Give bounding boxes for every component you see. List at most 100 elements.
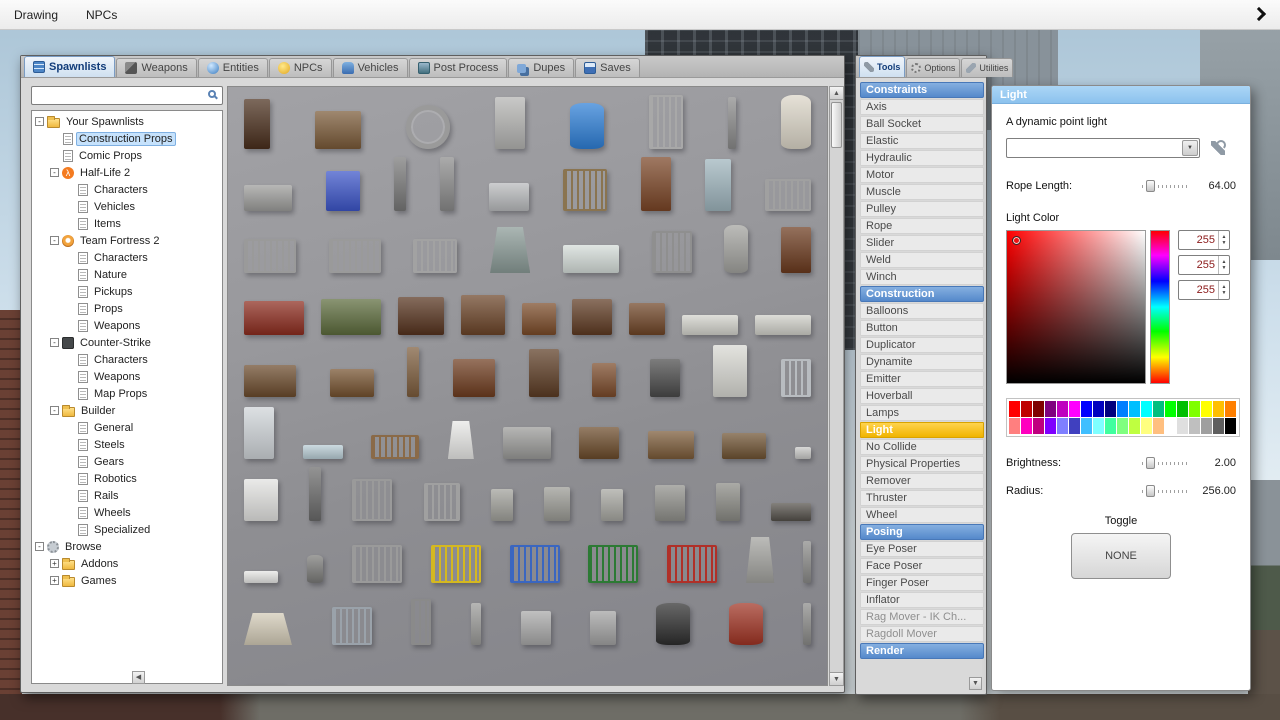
prop-coffee-table[interactable] [329,369,374,397]
tool-muscle[interactable]: Muscle [860,184,984,200]
palette-swatch[interactable] [1225,401,1236,417]
palette-swatch[interactable] [1069,401,1080,417]
dropdown-arrow-icon[interactable]: ▼ [1182,140,1198,156]
tree-item-addons[interactable]: + Addons [32,555,222,572]
tree-item-vehicles[interactable]: Vehicles [32,198,222,215]
tool-no-collide[interactable]: No Collide [860,439,984,455]
search-input[interactable] [32,87,222,104]
prop-cage-green[interactable] [588,545,639,583]
palette-swatch[interactable] [1201,401,1212,417]
prop-stool-2[interactable] [592,363,617,397]
tree-expander-icon[interactable]: - [35,542,44,551]
prop-fence-b[interactable] [328,239,381,273]
tab-npcs[interactable]: NPCs [268,58,332,77]
palette-swatch[interactable] [1213,401,1224,417]
palette-swatch[interactable] [1201,418,1212,434]
palette-swatch[interactable] [1045,401,1056,417]
prop-bathtub[interactable] [562,245,619,273]
slider-handle[interactable] [1146,180,1155,192]
tool-slider[interactable]: Slider [860,235,984,251]
prop-hydrant[interactable] [306,555,323,583]
prop-rod[interactable] [803,541,811,583]
palette-swatch[interactable] [1081,401,1092,417]
prop-wood-chair[interactable] [780,227,811,273]
prop-blue-barrel[interactable] [570,103,604,149]
tool-winch[interactable]: Winch [860,269,984,285]
prop-wood-table[interactable] [647,431,694,459]
tool-eye-poser[interactable]: Eye Poser [860,541,984,557]
prop-desk[interactable] [452,359,495,397]
palette-swatch[interactable] [1153,418,1164,434]
palette-swatch[interactable] [1021,418,1032,434]
tree-expander-icon[interactable]: + [50,576,59,585]
palette-swatch[interactable] [1033,401,1044,417]
tree-expander-icon[interactable]: - [50,406,59,415]
palette-swatch[interactable] [1117,401,1128,417]
prop-plastic-chair[interactable] [326,171,361,211]
prop-street-lamp[interactable] [309,467,322,521]
menu-npcs[interactable]: NPCs [72,0,131,30]
radius-slider[interactable] [1142,485,1188,497]
prop-scaffold[interactable] [411,599,432,645]
tree-item-your-spawnlists[interactable]: - Your Spawnlists [32,113,222,130]
prop-round-table[interactable] [579,427,620,459]
prop-pallet[interactable] [770,503,811,521]
tree-item-general[interactable]: General [32,419,222,436]
tool-ball-socket[interactable]: Ball Socket [860,116,984,132]
tree-item-characters[interactable]: Characters [32,351,222,368]
prop-green-couch[interactable] [320,299,381,335]
palette-swatch[interactable] [1141,401,1152,417]
tree-item-characters[interactable]: Characters [32,181,222,198]
tool-axis[interactable]: Axis [860,99,984,115]
tool-hydraulic[interactable]: Hydraulic [860,150,984,166]
prop-cabinet[interactable] [528,349,559,397]
palette-swatch[interactable] [1165,418,1176,434]
tool-emitter[interactable]: Emitter [860,371,984,387]
green-spinner[interactable]: ▲ ▼ [1218,256,1229,274]
tab-tools[interactable]: Tools [859,56,906,77]
tree-item-specialized[interactable]: Specialized [32,521,222,538]
palette-swatch[interactable] [1177,418,1188,434]
tree-item-pickups[interactable]: Pickups [32,283,222,300]
prop-paper-sheet[interactable] [244,571,278,583]
prop-mirror[interactable] [704,159,731,211]
tree-item-team-fortress-2[interactable]: - Team Fortress 2 [32,232,222,249]
prop-door-frame[interactable] [640,157,671,211]
prop-gravestone-b[interactable] [544,487,571,521]
color-picker-square[interactable] [1006,230,1146,384]
preset-tools-button[interactable] [1206,138,1230,158]
tree-expander-icon[interactable]: - [50,168,59,177]
tab-vehicles[interactable]: Vehicles [332,58,408,77]
prop-fountain[interactable] [490,227,531,273]
palette-swatch[interactable] [1213,418,1224,434]
tool-inflator[interactable]: Inflator [860,592,984,608]
rope-length-slider[interactable] [1142,180,1188,192]
palette-swatch[interactable] [1105,418,1116,434]
slider-handle[interactable] [1146,457,1155,469]
tree-expander-icon[interactable]: - [50,338,59,347]
prop-water-heater[interactable] [724,225,749,273]
prop-fridge[interactable] [713,345,748,397]
red-spinner[interactable]: ▲ ▼ [1218,231,1229,249]
prop-bench[interactable] [244,185,292,211]
prop-shelf[interactable] [315,111,361,149]
prop-washer[interactable] [244,479,278,521]
palette-swatch[interactable] [1045,418,1056,434]
tab-saves[interactable]: Saves [575,58,640,77]
prop-wheel[interactable] [406,105,450,149]
palette-swatch[interactable] [1093,401,1104,417]
tree-item-weapons[interactable]: Weapons [32,368,222,385]
tools-scroll-down-icon[interactable]: ▼ [969,677,982,690]
prop-pipe[interactable] [728,97,736,149]
tool-hoverball[interactable]: Hoverball [860,388,984,404]
hue-bar[interactable] [1150,230,1170,384]
tool-pulley[interactable]: Pulley [860,201,984,217]
toggle-key-button[interactable]: NONE [1071,533,1171,579]
prop-barrier[interactable] [746,537,775,583]
tool-remover[interactable]: Remover [860,473,984,489]
tool-wheel[interactable]: Wheel [860,507,984,523]
green-input[interactable]: 255 ▲ ▼ [1178,255,1230,275]
prop-cage-red[interactable] [667,545,718,583]
tree-item-props[interactable]: Props [32,300,222,317]
prop-metal-door[interactable] [495,97,525,149]
